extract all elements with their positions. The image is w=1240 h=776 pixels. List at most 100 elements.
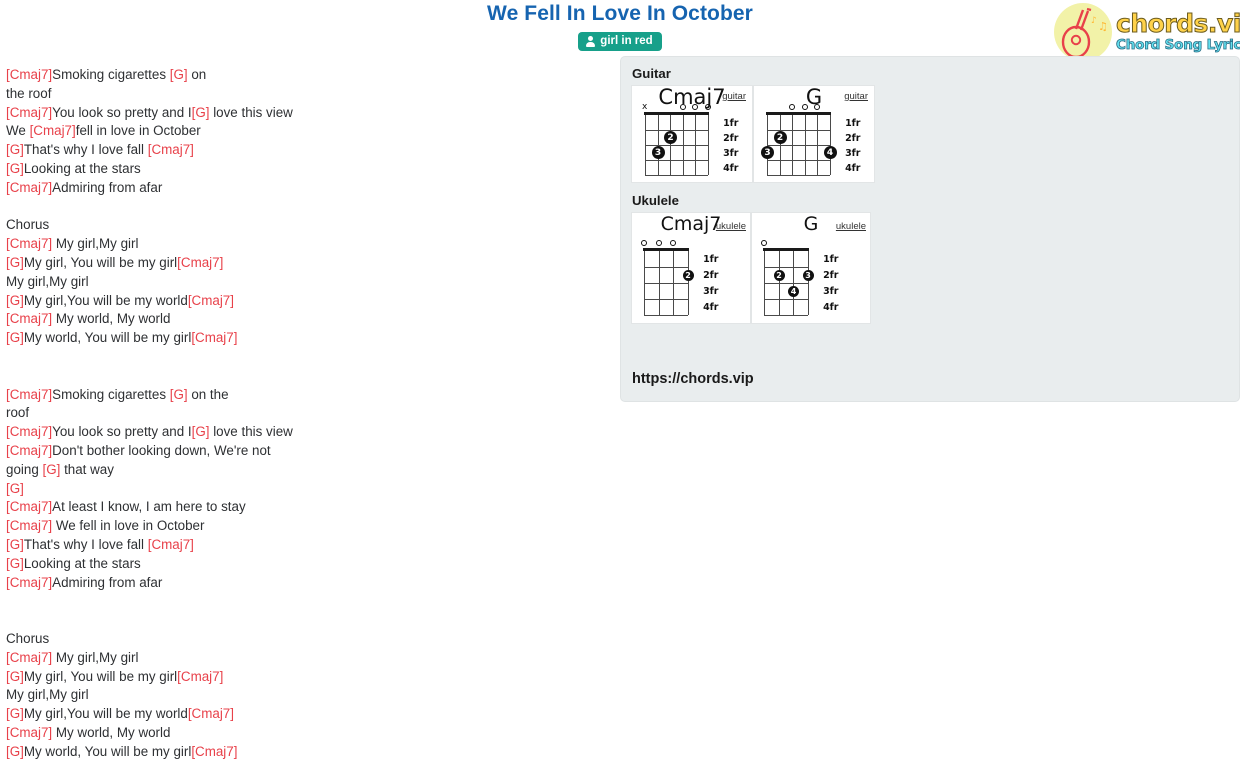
fret-labels: 1fr 2fr 3fr 4fr (835, 115, 861, 175)
chord-marker[interactable]: [G] (6, 293, 24, 308)
chord-marker[interactable]: [Cmaj7] (6, 499, 52, 514)
chord-marker[interactable]: [G] (192, 424, 210, 439)
chord-diagram-g-guitar[interactable]: Gguitar 2 3 4 1fr 2fr 3fr 4fr (753, 85, 875, 183)
lyric-line: going [G] that way (6, 461, 346, 480)
fret-label: 2fr (703, 270, 719, 281)
chord-marker[interactable]: [Cmaj7] (6, 725, 52, 740)
lyric-text: love this view (209, 424, 293, 440)
fret-label: 1fr (703, 254, 719, 265)
guitar-icon: ♪ ♫ (1054, 3, 1112, 61)
chord-marker[interactable]: [Cmaj7] (6, 105, 52, 120)
svg-text:♪: ♪ (1091, 16, 1097, 26)
chord-marker[interactable]: [Cmaj7] (148, 142, 194, 157)
lyric-text: You look so pretty and I (52, 104, 192, 120)
chord-marker[interactable]: [Cmaj7] (177, 255, 223, 270)
lyric-line: We [Cmaj7]fell in love in October (6, 122, 346, 141)
fret-line (644, 283, 688, 284)
chord-marker[interactable]: [Cmaj7] (6, 311, 52, 326)
lyric-text: My girl, You will be my girl (23, 668, 178, 684)
chord-marker[interactable]: [G] (6, 330, 24, 345)
lyric-text: My girl, You will be my girl (23, 254, 178, 270)
lyric-line: [Cmaj7]Smoking cigarettes [G] on the (6, 386, 346, 405)
finger-dot: 3 (761, 146, 774, 159)
chord-diagram-cmaj7-ukulele[interactable]: Cmaj7 ukulele 2 1fr 2fr 3fr 4fr (631, 212, 751, 324)
lyric-text: Chorus (6, 217, 50, 233)
lyric-line: My girl,My girl (6, 273, 346, 292)
chord-marker[interactable]: [Cmaj7] (6, 575, 52, 590)
lyric-line: [G] (6, 480, 346, 499)
fret-line (767, 175, 830, 176)
chord-instrument-tag: ukulele (835, 221, 866, 232)
lyric-text: Admiring from afar (52, 179, 163, 195)
guitar-icon-svg: ♪ ♫ (1061, 7, 1108, 59)
lyrics-body: [Cmaj7]Smoking cigarettes [G] on the roof… (6, 66, 346, 776)
chord-instrument-tag: guitar (844, 91, 868, 102)
fret-label: 4fr (823, 302, 839, 313)
chord-marker[interactable]: [Cmaj7] (6, 387, 52, 402)
fretboard (643, 248, 689, 316)
string-line (687, 251, 689, 315)
lyric-line: [G]My girl, You will be my girl[Cmaj7] (6, 254, 346, 273)
fret-label: 3fr (845, 147, 861, 159)
chord-marker[interactable]: [Cmaj7] (6, 424, 52, 439)
chord-marker[interactable]: [Cmaj7] (6, 67, 52, 82)
fret-labels: 1fr 2fr 3fr 4fr (713, 115, 739, 175)
fret-line (767, 160, 830, 161)
chord-marker[interactable]: [Cmaj7] (6, 236, 52, 251)
finger-dot: 2 (664, 131, 677, 144)
chord-marker[interactable]: [Cmaj7] (191, 744, 237, 759)
string-line (807, 251, 809, 315)
chord-marker[interactable]: [G] (6, 537, 24, 552)
string-line (829, 115, 831, 175)
chord-marker[interactable]: [G] (6, 255, 24, 270)
lyric-text: Chorus (6, 630, 50, 646)
lyric-text: We fell in love in October (52, 518, 205, 534)
chord-marker[interactable]: [Cmaj7] (191, 330, 237, 345)
chord-marker[interactable]: [G] (6, 669, 24, 684)
chord-marker[interactable]: [G] (42, 462, 60, 477)
lyric-text: roof (6, 405, 30, 421)
logo-text: chords.vip Chord Song Lyric (1115, 11, 1240, 53)
lyric-text: That's why I love fall (23, 536, 148, 552)
chord-marker[interactable]: [G] (6, 556, 24, 571)
lyric-text: on the (187, 386, 229, 402)
nut (644, 112, 709, 115)
lyric-text: that way (60, 461, 114, 477)
chord-marker[interactable]: [Cmaj7] (6, 443, 52, 458)
chord-marker[interactable]: [Cmaj7] (177, 669, 223, 684)
chord-marker[interactable]: [G] (6, 706, 24, 721)
lyric-line: Chorus (6, 216, 346, 235)
chord-marker[interactable]: [G] (170, 67, 188, 82)
fret-label: 3fr (703, 286, 719, 297)
chord-marker[interactable]: [Cmaj7] (6, 650, 52, 665)
chord-marker[interactable]: [G] (6, 161, 24, 176)
site-logo[interactable]: ♪ ♫ chords.vip Chord Song Lyric (1054, 2, 1240, 62)
chord-marker[interactable]: [Cmaj7] (6, 180, 52, 195)
chord-marker[interactable]: [G] (6, 142, 24, 157)
chord-marker[interactable]: [G] (170, 387, 188, 402)
lyric-text: Smoking cigarettes (52, 386, 170, 402)
fret-label: 2fr (845, 132, 861, 144)
fret-line (764, 315, 808, 316)
chord-marker[interactable]: [Cmaj7] (188, 293, 234, 308)
chord-marker[interactable]: [G] (6, 481, 24, 496)
fretboard (763, 248, 809, 316)
chord-marker[interactable]: [G] (192, 105, 210, 120)
chord-marker[interactable]: [Cmaj7] (6, 518, 52, 533)
chord-marker[interactable]: [Cmaj7] (188, 706, 234, 721)
chord-instrument-tag: guitar (722, 91, 746, 102)
fret-line (767, 145, 830, 146)
lyric-line: [G]Looking at the stars (6, 555, 346, 574)
lyric-line: [Cmaj7] My world, My world (6, 310, 346, 329)
chord-diagram-cmaj7-guitar[interactable]: Cmaj7 guitar x 2 3 1fr 2fr 3fr 4fr (631, 85, 753, 183)
chord-marker[interactable]: [G] (6, 744, 24, 759)
chord-marker[interactable]: [Cmaj7] (30, 123, 76, 138)
artist-badge[interactable]: girl in red (578, 32, 662, 51)
fret-label: 2fr (723, 132, 739, 144)
fret-label: 1fr (723, 117, 739, 129)
nut (766, 112, 831, 115)
lyric-text: My girl,My girl (6, 687, 89, 703)
chord-diagram-g-ukulele[interactable]: Gukulele 2 3 4 1fr 2fr 3fr 4fr (751, 212, 871, 324)
chord-marker[interactable]: [Cmaj7] (148, 537, 194, 552)
guitar-chord-row: Cmaj7 guitar x 2 3 1fr 2fr 3fr 4fr Gguitar 2 3 4 1fr 2… (631, 85, 1239, 183)
